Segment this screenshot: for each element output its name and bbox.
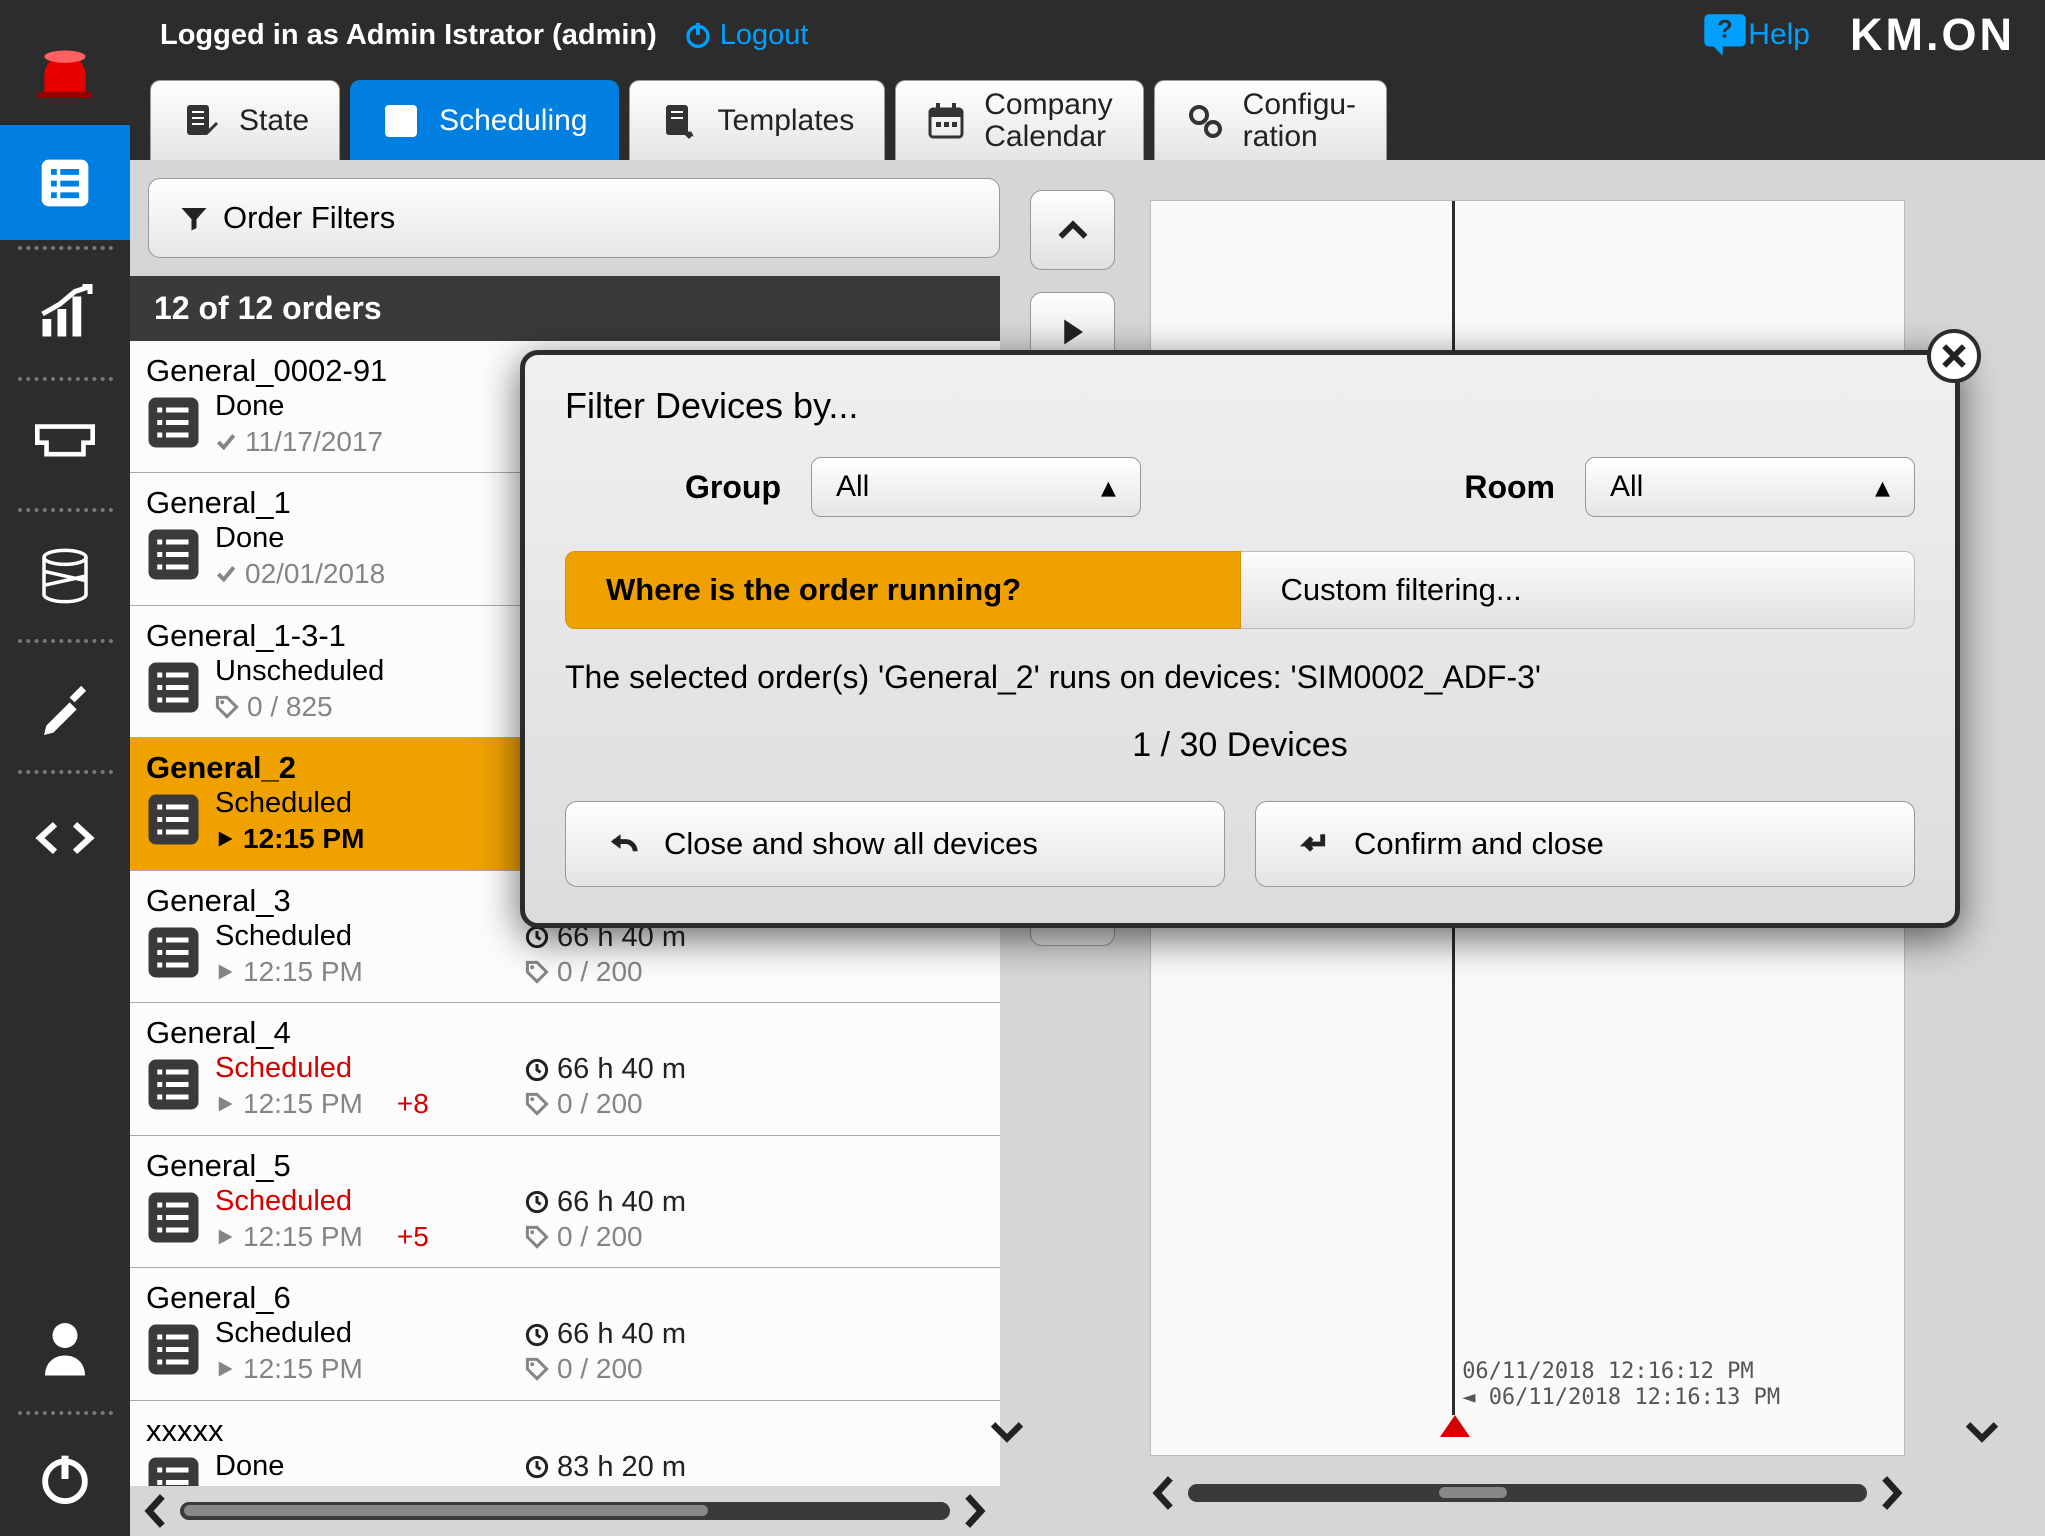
orders-hscroll[interactable] [130, 1486, 1000, 1536]
svg-text:?: ? [1718, 15, 1733, 43]
close-show-all-button[interactable]: Close and show all devices [565, 801, 1225, 887]
order-name: General_4 [146, 1015, 984, 1051]
order-status: Scheduled [215, 1186, 525, 1218]
power-icon [37, 1451, 93, 1507]
tab-state[interactable]: State [150, 80, 340, 160]
logged-in-text: Logged in as Admin Istrator (admin) [160, 19, 657, 52]
list-icon [146, 395, 201, 450]
chevron-down-icon [1963, 1418, 2001, 1446]
chevron-right-icon [1875, 1473, 1905, 1513]
order-name: General_5 [146, 1148, 984, 1184]
order-status: Scheduled [215, 921, 525, 953]
list-icon [146, 527, 201, 582]
nav-list[interactable] [0, 125, 130, 240]
expand-icon [35, 818, 95, 858]
order-row[interactable]: General_6 Scheduled 12:15 PM 66 h 40 m0 … [130, 1268, 1000, 1400]
caret-up-icon: ▴ [1101, 470, 1116, 505]
chart-icon [35, 284, 95, 344]
alarm-icon [32, 38, 98, 98]
order-status: Scheduled [215, 788, 525, 820]
user-icon [40, 1320, 90, 1376]
chevron-up-icon [1056, 218, 1090, 242]
order-status: Done [215, 523, 525, 555]
play-icon [1060, 317, 1086, 347]
confirm-close-button[interactable]: Confirm and close [1255, 801, 1915, 887]
tab-company-calendar[interactable]: Company Calendar [895, 80, 1143, 160]
chevron-right-icon [958, 1491, 988, 1531]
order-status: Scheduled [215, 1053, 525, 1085]
enter-icon [1296, 829, 1330, 859]
nav-analytics[interactable] [0, 256, 130, 371]
nav-power[interactable] [0, 1421, 130, 1536]
room-label: Room [1464, 469, 1555, 506]
order-status: Done [215, 391, 525, 423]
calendar-icon [926, 101, 966, 141]
list-icon [146, 792, 201, 847]
nav-tool[interactable] [0, 649, 130, 764]
seg-custom-filtering[interactable]: Custom filtering... [1241, 551, 1916, 629]
template-icon [660, 101, 700, 141]
main-tabs: State Scheduling Templates Company Calen… [130, 70, 2045, 160]
help-icon: ? [1702, 12, 1748, 58]
timeline-timestamp: 06/11/2018 12:16:12 PM ◄ 06/11/2018 12:1… [1462, 1359, 1780, 1410]
gears-icon [1185, 101, 1225, 141]
orders-count-header: 12 of 12 orders [130, 276, 1000, 341]
order-name: General_6 [146, 1280, 984, 1316]
tab-scheduling[interactable]: Scheduling [350, 80, 618, 160]
timeline-hscroll[interactable] [1150, 1468, 1905, 1518]
group-select[interactable]: All ▴ [811, 457, 1141, 517]
tab-templates[interactable]: Templates [629, 80, 886, 160]
order-status: Unscheduled [215, 656, 525, 688]
list-icon [146, 1322, 201, 1377]
now-marker [1440, 1415, 1470, 1437]
seg-where-running[interactable]: Where is the order running? [565, 551, 1241, 629]
order-status: Done [215, 1451, 525, 1483]
screwdriver-icon [37, 679, 93, 735]
logout-link[interactable]: Logout [682, 19, 809, 52]
order-filters-bar[interactable]: Order Filters [148, 178, 1000, 258]
nav-spool[interactable] [0, 518, 130, 633]
list-icon [146, 1057, 201, 1112]
schedule-icon [381, 101, 421, 141]
list-icon [146, 925, 201, 980]
topbar: Logged in as Admin Istrator (admin) Logo… [130, 0, 2045, 70]
order-row[interactable]: xxxxx Done 04/11/2018 83 h 20 m250 / 250 [130, 1401, 1000, 1486]
help-link[interactable]: ? Help [1702, 12, 1810, 58]
spool-icon [37, 548, 93, 604]
room-select[interactable]: All ▴ [1585, 457, 1915, 517]
nav-devices[interactable] [0, 387, 130, 502]
filter-devices-dialog: Filter Devices by... Group All ▴ Room [520, 350, 1960, 928]
nav-user[interactable] [0, 1290, 130, 1405]
nav-expand[interactable] [0, 780, 130, 895]
scroll-up-button[interactable] [1030, 190, 1115, 270]
filter-icon [179, 203, 209, 233]
list-icon [146, 660, 201, 715]
close-icon [1940, 342, 1968, 370]
list-icon [146, 1455, 201, 1486]
dialog-message: The selected order(s) 'General_2' runs o… [565, 659, 1915, 696]
tab-configuration[interactable]: Configu- ration [1154, 80, 1387, 160]
chevron-down-icon [988, 1418, 1026, 1446]
chevron-left-icon [1150, 1473, 1180, 1513]
order-row[interactable]: General_5 Scheduled 12:15 PM+5 66 h 40 m… [130, 1136, 1000, 1268]
dialog-title: Filter Devices by... [565, 385, 1915, 427]
caret-up-icon: ▴ [1875, 470, 1890, 505]
dialog-device-count: 1 / 30 Devices [565, 726, 1915, 765]
brand-logo: ΚM.ON [1850, 9, 2015, 61]
list-icon [146, 1190, 201, 1245]
order-row[interactable]: General_4 Scheduled 12:15 PM+8 66 h 40 m… [130, 1003, 1000, 1135]
chevron-left-icon [142, 1491, 172, 1531]
undo-icon [606, 829, 640, 859]
left-nav [0, 0, 130, 1536]
device-icon [35, 423, 95, 467]
dialog-close-button[interactable] [1927, 329, 1981, 383]
nav-alarm[interactable] [0, 10, 130, 125]
order-status: Scheduled [215, 1318, 525, 1350]
power-icon [682, 19, 714, 51]
order-name: xxxxx [146, 1413, 984, 1449]
clipboard-check-icon [181, 101, 221, 141]
group-label: Group [685, 469, 781, 506]
list-icon [37, 155, 93, 211]
